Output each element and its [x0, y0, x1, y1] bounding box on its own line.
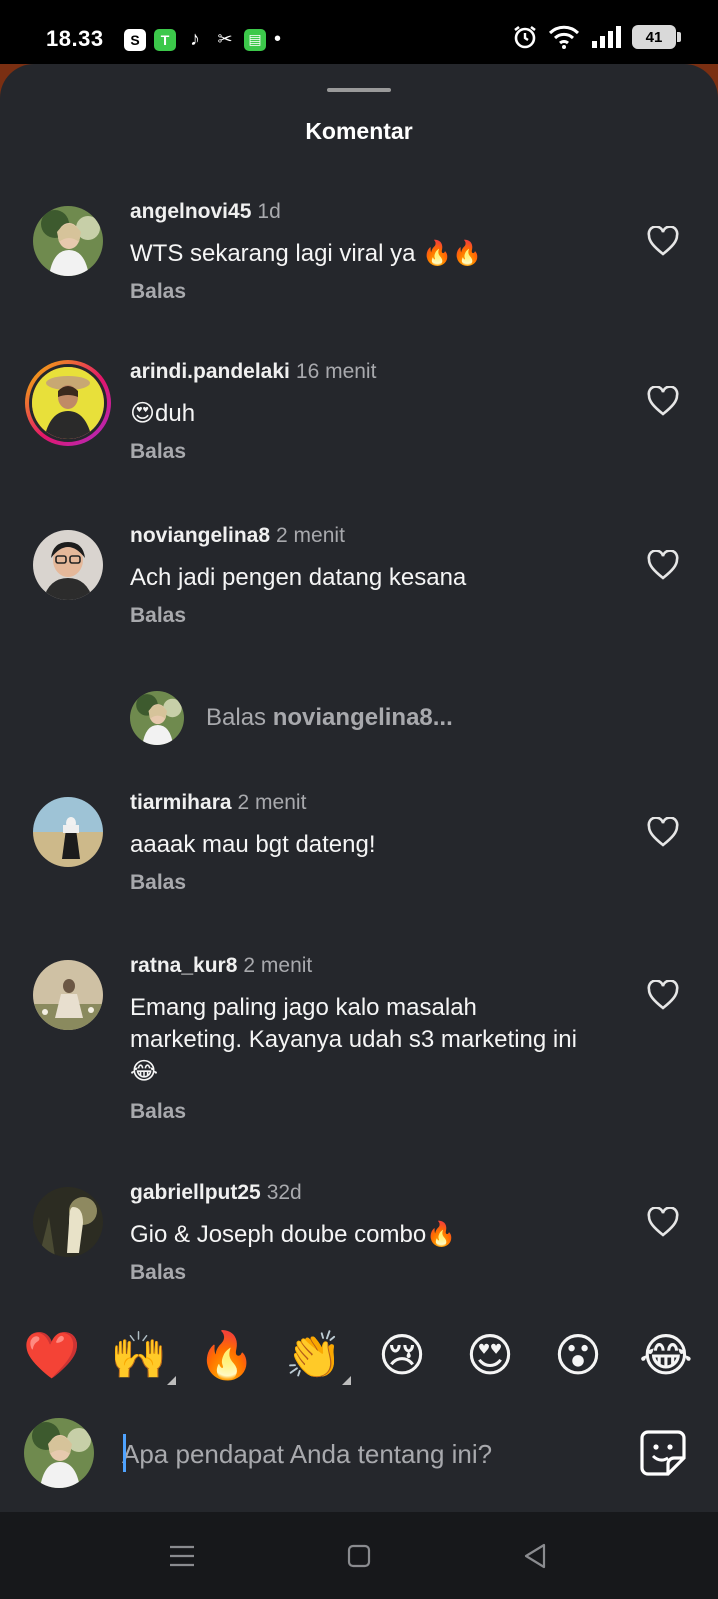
heart-icon[interactable]	[647, 226, 679, 256]
avatar[interactable]	[33, 797, 103, 867]
emoji-raised-hands[interactable]: 🙌	[109, 1325, 169, 1385]
comment-username[interactable]: noviangelina8	[130, 524, 270, 547]
emoji-quick-bar: ❤️ 🙌 🔥 👏 😢 😍 😮 😂	[0, 1325, 718, 1393]
comment-text: Ach jadi pengen datang kesana	[130, 564, 467, 591]
message-icon: ▤	[244, 28, 266, 51]
comment-time: 1d	[257, 200, 281, 223]
heart-icon[interactable]	[647, 386, 679, 416]
comments-sheet: Komentar	[0, 64, 718, 1512]
status-indicators: 41	[512, 24, 681, 50]
tokopedia-icon: T	[154, 28, 176, 51]
reply-prefix: Balas	[206, 704, 267, 731]
back-icon[interactable]	[520, 1540, 552, 1572]
wifi-icon	[548, 25, 580, 49]
comment-header: angelnovi45 1d	[130, 200, 281, 224]
menu-icon[interactable]	[166, 1540, 198, 1572]
status-time: 18.33	[46, 26, 104, 51]
comment-username[interactable]: tiarmihara	[130, 791, 232, 814]
sheet-title: Komentar	[305, 118, 413, 144]
emoji-heart[interactable]: ❤️	[22, 1325, 82, 1385]
comment-input[interactable]	[122, 1432, 602, 1476]
sticker-icon[interactable]	[638, 1428, 688, 1478]
reply-button[interactable]: Balas	[130, 1261, 186, 1285]
text-cursor	[123, 1434, 126, 1472]
comment-username[interactable]: ratna_kur8	[130, 954, 237, 977]
tiktok-icon: ♪	[190, 28, 200, 50]
reply-button[interactable]: Balas	[130, 440, 186, 464]
comment-time: 16 menit	[295, 360, 377, 383]
status-bar: 18.33 S T ♪ ✂ ▤ • 41	[0, 0, 718, 64]
comment-header: noviangelina8 2 menit	[130, 524, 345, 548]
comment-text: Gio & Joseph doube combo🔥	[130, 1221, 457, 1248]
emoji-clap[interactable]: 👏	[284, 1325, 344, 1385]
comment-text: Emang paling jago kalo masalah marketing…	[130, 994, 577, 1085]
comment-header: tiarmihara 2 menit	[130, 791, 306, 815]
heart-icon[interactable]	[647, 550, 679, 580]
emoji-surprised[interactable]: 😮	[548, 1325, 608, 1385]
comment-time: 2 menit	[276, 524, 345, 547]
home-icon[interactable]	[343, 1540, 375, 1572]
comment-header: ratna_kur8 2 menit	[130, 954, 312, 978]
comment-header: arindi.pandelaki 16 menit	[130, 360, 376, 384]
comment-username[interactable]: gabriellput25	[130, 1181, 261, 1204]
reply-button[interactable]: Balas	[130, 871, 186, 895]
avatar[interactable]	[33, 1187, 103, 1257]
skin-tone-indicator	[167, 1376, 176, 1385]
current-user-avatar	[24, 1418, 94, 1488]
notification-dot: •	[274, 28, 282, 50]
emoji-crying[interactable]: 😢	[372, 1325, 432, 1385]
battery-icon: 41	[632, 25, 681, 49]
comment-time: 2 menit	[243, 954, 313, 977]
comment-header: gabriellput25 32d	[130, 1181, 302, 1205]
emoji-fire[interactable]: 🔥	[197, 1325, 257, 1385]
skin-tone-indicator	[342, 1376, 351, 1385]
heart-icon[interactable]	[647, 817, 679, 847]
shopee-icon: S	[124, 28, 146, 51]
drag-handle[interactable]	[327, 88, 391, 92]
reply-button[interactable]: Balas	[130, 1100, 186, 1124]
reply-button[interactable]: Balas	[130, 604, 186, 628]
heart-icon[interactable]	[647, 1207, 679, 1237]
avatar-story-ring[interactable]	[25, 360, 111, 446]
reply-button[interactable]: Balas	[130, 280, 186, 304]
reply-to-comment-prompt[interactable]: Balas noviangelina8...	[130, 690, 453, 746]
reply-target: noviangelina8...	[272, 704, 453, 731]
comment-time: 32d	[266, 1181, 302, 1204]
avatar[interactable]	[33, 960, 103, 1030]
comment-username[interactable]: arindi.pandelaki	[130, 360, 290, 383]
avatar[interactable]	[33, 530, 103, 600]
emoji-heart-eyes[interactable]: 😍	[460, 1325, 520, 1385]
status-app-icons: S T ♪ ✂ ▤ •	[124, 28, 281, 51]
avatar	[130, 691, 184, 745]
heart-icon[interactable]	[647, 980, 679, 1010]
alarm-icon	[514, 25, 536, 49]
comment-text: 😍duh	[130, 400, 196, 427]
comment-text: WTS sekarang lagi viral ya 🔥🔥	[130, 240, 482, 267]
system-nav-bar	[0, 1512, 718, 1599]
signal-icon	[592, 26, 621, 48]
capcut-icon: ✂	[217, 29, 233, 49]
comment-time: 2 menit	[237, 791, 307, 814]
emoji-laughing[interactable]: 😂	[636, 1325, 696, 1385]
comment-text: aaaak mau bgt dateng!	[130, 831, 376, 858]
comment-composer	[0, 1408, 718, 1498]
reply-prompt-text: Balas noviangelina8...	[206, 704, 453, 732]
avatar[interactable]	[33, 206, 103, 276]
comment-username[interactable]: angelnovi45	[130, 200, 251, 223]
